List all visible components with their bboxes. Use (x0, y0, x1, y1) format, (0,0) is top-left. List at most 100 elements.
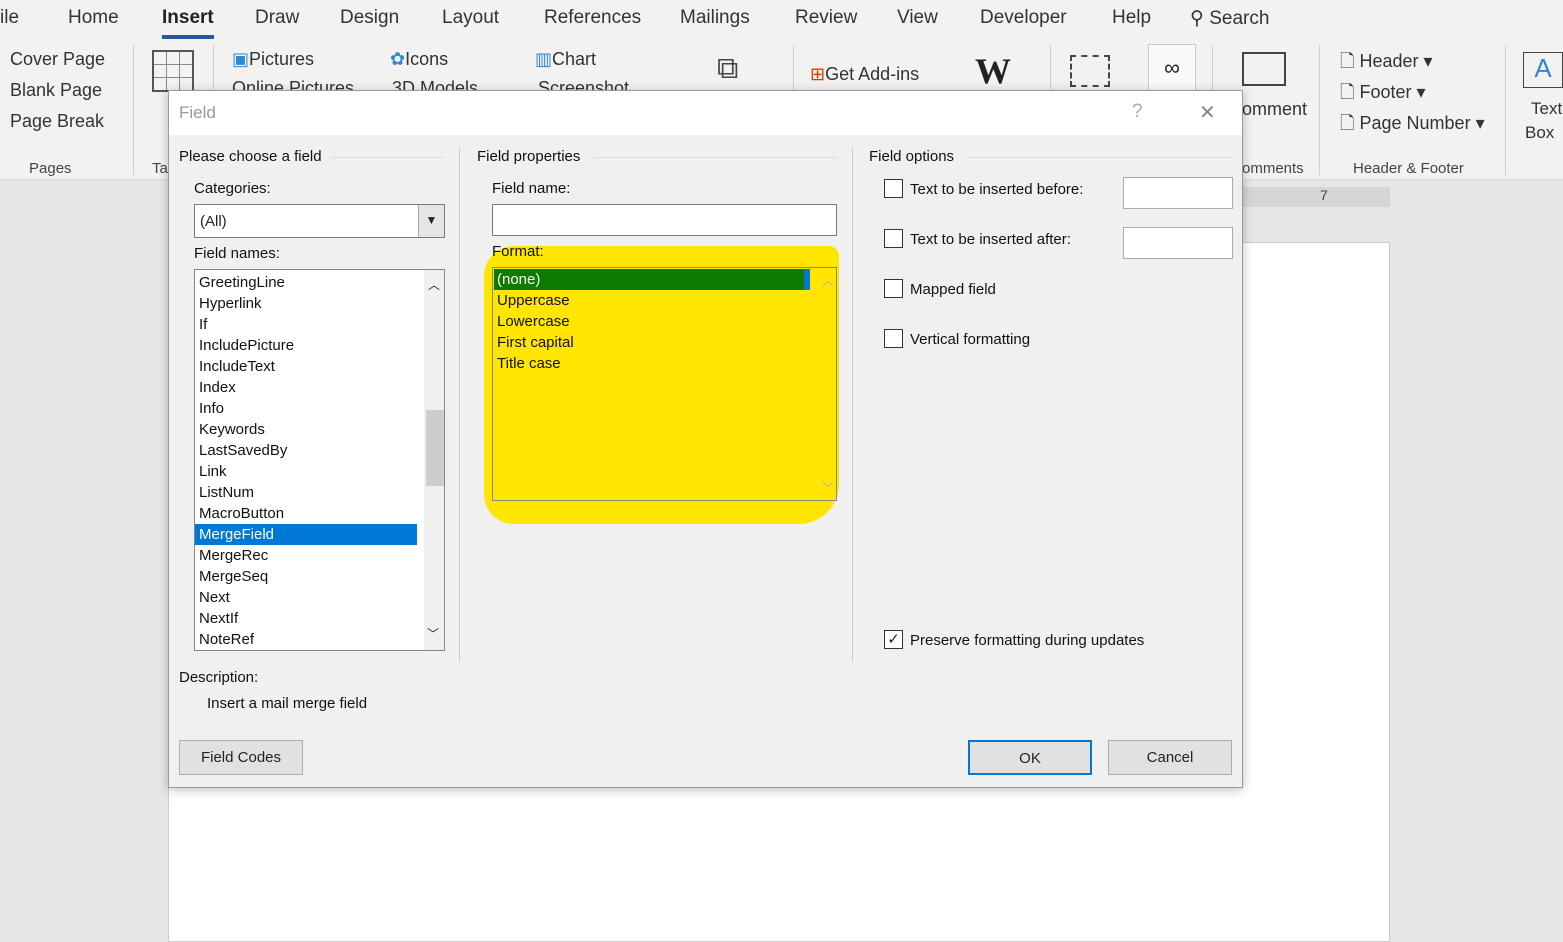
page-break-button[interactable]: Page Break (10, 111, 104, 132)
categories-label: Categories: (194, 180, 271, 197)
cover-page-button[interactable]: Cover Page (10, 49, 105, 70)
pages-group-label: Pages (29, 160, 72, 177)
before-checkbox[interactable] (884, 179, 903, 198)
tab-insert[interactable]: Insert (162, 7, 214, 39)
field-name-item[interactable]: MacroButton (195, 503, 417, 524)
preserve-formatting-checkbox[interactable]: ✓ (884, 630, 903, 649)
field-name-item[interactable]: If (195, 314, 417, 335)
pictures-button[interactable]: ▣Pictures (232, 49, 314, 70)
page-number-button[interactable]: 🗋 Page Number ▾ (1340, 111, 1485, 141)
format-list[interactable]: (none) Uppercase Lowercase First capital Tit… (492, 267, 837, 501)
format-item[interactable]: Lowercase (494, 311, 810, 332)
picture-icon: ▣ (232, 49, 250, 69)
footer-button[interactable]: 🗋 Footer ▾ (1340, 80, 1426, 110)
field-names-list[interactable]: GreetingLine Hyperlink If IncludePicture Inc… (194, 269, 445, 651)
footer-icon: 🗋 (1340, 82, 1355, 102)
format-item[interactable]: (none) (494, 269, 810, 290)
field-name-item[interactable]: GreetingLine (195, 272, 417, 293)
tab-help[interactable]: Help (1112, 7, 1151, 29)
dialog-title: Field (179, 103, 216, 122)
mapped-field-label: Mapped field (910, 281, 996, 298)
field-name-item[interactable]: NoteRef (195, 629, 417, 650)
new-comment-button[interactable]: omment (1242, 99, 1307, 120)
get-addins-button[interactable]: ⊞Get Add-ins (810, 64, 919, 85)
field-names-scrollbar[interactable]: ︿ ﹀ (424, 270, 444, 650)
before-input[interactable] (1123, 177, 1233, 209)
smartart-icon[interactable]: ⧉ (717, 52, 738, 86)
tab-mailings[interactable]: Mailings (680, 7, 750, 29)
text-box-label[interactable]: Text (1531, 99, 1562, 119)
format-label: Format: (492, 243, 544, 260)
field-properties-heading: Field properties (477, 148, 581, 165)
field-name-item[interactable]: Keywords (195, 419, 417, 440)
blank-page-button[interactable]: Blank Page (10, 80, 102, 101)
cancel-button[interactable]: Cancel (1108, 740, 1232, 775)
field-name-item[interactable]: Hyperlink (195, 293, 417, 314)
description-label: Description: (179, 669, 259, 686)
format-item[interactable]: First capital (494, 332, 810, 353)
ruler[interactable]: 7 (1240, 187, 1390, 207)
after-input[interactable] (1123, 227, 1233, 259)
field-name-label: Field name: (492, 180, 571, 197)
text-box-label-2[interactable]: Box (1525, 123, 1554, 143)
scroll-down-icon[interactable]: ﹀ (427, 625, 439, 642)
search-icon: ⚲ (1190, 8, 1204, 29)
tab-home[interactable]: Home (68, 7, 119, 29)
field-name-item[interactable]: Link (195, 461, 417, 482)
scroll-down-icon[interactable]: ﹀ (822, 479, 834, 496)
before-label: Text to be inserted before: (910, 181, 1084, 198)
field-name-item[interactable]: IncludeText (195, 356, 417, 377)
dialog-titlebar: Field ? ✕ (169, 91, 1242, 135)
search-box[interactable]: ⚲ Search (1190, 7, 1269, 30)
online-video-icon[interactable] (1070, 55, 1110, 87)
wikipedia-icon[interactable]: W (975, 50, 1011, 92)
field-name-item[interactable]: MergeRec (195, 545, 417, 566)
mapped-field-checkbox[interactable] (884, 279, 903, 298)
field-name-item[interactable]: MergeSeq (195, 566, 417, 587)
header-footer-group-label: Header & Footer (1353, 160, 1464, 177)
field-name-item[interactable]: NextIf (195, 608, 417, 629)
icons-button[interactable]: ✿Icons (390, 49, 448, 70)
format-item[interactable]: Uppercase (494, 290, 810, 311)
scroll-up-icon[interactable]: ︿ (822, 272, 834, 289)
after-checkbox[interactable] (884, 229, 903, 248)
tab-review[interactable]: Review (795, 7, 857, 29)
table-icon[interactable] (152, 50, 194, 92)
field-name-item[interactable]: LastSavedBy (195, 440, 417, 461)
field-name-item[interactable]: IncludePicture (195, 335, 417, 356)
format-item[interactable]: Title case (494, 353, 810, 374)
tab-view[interactable]: View (897, 7, 938, 29)
scrollbar-thumb[interactable] (426, 410, 444, 486)
tab-references[interactable]: References (544, 7, 641, 29)
field-name-item[interactable]: MergeField (195, 524, 417, 545)
tab-developer[interactable]: Developer (980, 7, 1067, 29)
field-name-item[interactable]: Next (195, 587, 417, 608)
field-name-item[interactable]: Info (195, 398, 417, 419)
chevron-down-icon[interactable]: ▼ (418, 205, 444, 237)
preserve-formatting-label: Preserve formatting during updates (910, 632, 1145, 649)
field-dialog: Field ? ✕ Please choose a field Categori… (168, 90, 1243, 788)
help-button[interactable]: ? (1132, 101, 1143, 123)
description-text: Insert a mail merge field (207, 695, 368, 712)
tab-design[interactable]: Design (340, 7, 399, 29)
field-name-input[interactable] (492, 204, 837, 236)
ruler-mark: 7 (1320, 187, 1328, 203)
ok-button[interactable]: OK (968, 740, 1092, 775)
field-options-heading: Field options (869, 148, 955, 165)
field-name-item[interactable]: ListNum (195, 482, 417, 503)
comment-icon[interactable] (1242, 52, 1286, 86)
vertical-formatting-checkbox[interactable] (884, 329, 903, 348)
link-icon[interactable]: ∞ (1148, 44, 1196, 94)
tab-draw[interactable]: Draw (255, 7, 299, 29)
chart-button[interactable]: ▥Chart (535, 49, 596, 70)
tab-layout[interactable]: Layout (442, 7, 499, 29)
page-number-icon: 🗋 (1340, 113, 1355, 133)
header-button[interactable]: 🗋 Header ▾ (1340, 49, 1433, 79)
field-name-item[interactable]: Index (195, 377, 417, 398)
text-box-icon[interactable]: A (1523, 52, 1563, 88)
categories-dropdown[interactable]: (All) ▼ (194, 204, 445, 238)
scroll-up-icon[interactable]: ︿ (424, 270, 444, 293)
tab-file[interactable]: ile (0, 7, 19, 29)
close-button[interactable]: ✕ (1199, 100, 1216, 125)
field-codes-button[interactable]: Field Codes (179, 740, 303, 775)
